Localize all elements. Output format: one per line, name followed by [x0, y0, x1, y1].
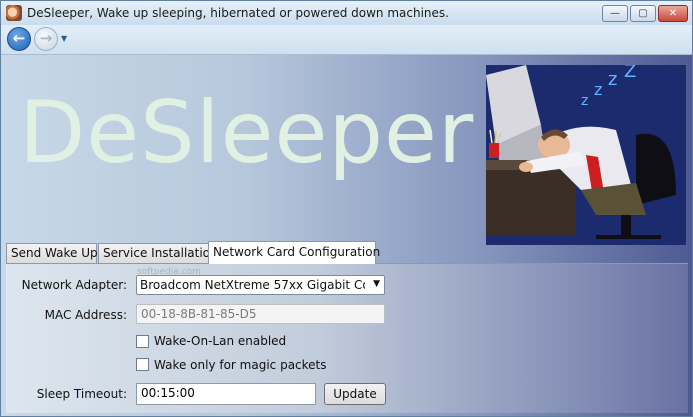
- app-window: DeSleeper, Wake up sleeping, hibernated …: [0, 0, 693, 417]
- sleep-timeout-input[interactable]: 00:15:00: [136, 383, 316, 405]
- svg-text:z: z: [581, 93, 588, 109]
- wake-on-lan-label: Wake-On-Lan enabled: [154, 334, 287, 348]
- update-button[interactable]: Update: [324, 383, 386, 405]
- back-button[interactable]: ←: [7, 27, 31, 51]
- wake-on-lan-checkbox[interactable]: [136, 335, 149, 348]
- app-icon: [6, 5, 22, 21]
- magic-packets-label: Wake only for magic packets: [154, 358, 327, 372]
- tab-network-card-configuration[interactable]: Network Card Configuration: [208, 241, 380, 264]
- sleeping-man-illustration: z z z Z: [486, 65, 686, 245]
- network-adapter-label: Network Adapter:: [21, 278, 127, 292]
- forward-button[interactable]: →: [34, 27, 58, 51]
- brand-title: DeSleeper: [19, 83, 475, 183]
- network-adapter-value: Broadcom NetXtreme 57xx Gigabit Controll…: [140, 278, 365, 292]
- svg-text:Z: Z: [624, 65, 636, 82]
- main-area: DeSleeper z z z Z Send Wake Up Service I…: [1, 55, 692, 416]
- network-card-panel: softpedia.com Network Adapter: Broadcom …: [6, 263, 688, 413]
- maximize-button[interactable]: ▢: [630, 5, 656, 22]
- svg-text:z: z: [608, 69, 617, 90]
- tab-service-installation[interactable]: Service Installation: [98, 243, 218, 263]
- dropdown-arrow-icon: ▼: [373, 279, 380, 289]
- navigation-bar: ← → ▼: [1, 25, 692, 55]
- window-title: DeSleeper, Wake up sleeping, hibernated …: [27, 6, 449, 20]
- history-dropdown-icon[interactable]: ▼: [61, 34, 67, 43]
- sleep-timeout-label: Sleep Timeout:: [36, 387, 127, 401]
- title-bar[interactable]: DeSleeper, Wake up sleeping, hibernated …: [1, 1, 692, 25]
- magic-packets-checkbox[interactable]: [136, 358, 149, 371]
- svg-text:z: z: [594, 80, 602, 99]
- tab-send-wake-up[interactable]: Send Wake Up: [6, 243, 98, 263]
- network-adapter-select[interactable]: Broadcom NetXtreme 57xx Gigabit Controll…: [136, 275, 385, 295]
- mac-address-label: MAC Address:: [44, 308, 127, 322]
- minimize-button[interactable]: —: [602, 5, 628, 22]
- mac-address-field: 00-18-8B-81-85-D5: [136, 304, 385, 324]
- close-button[interactable]: ✕: [658, 5, 688, 22]
